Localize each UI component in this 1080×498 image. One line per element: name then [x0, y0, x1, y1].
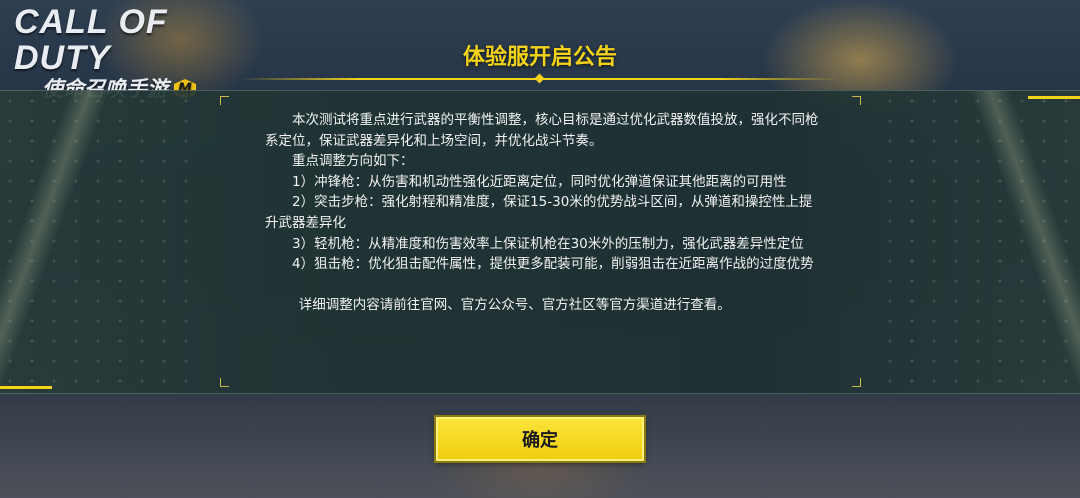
- footer-note: 详细调整内容请前往官网、官方公众号、官方社区等官方渠道进行查看。: [298, 297, 731, 314]
- adjustment-heading: 重点调整方向如下：: [292, 153, 414, 170]
- game-logo: CALL OF DUTY 使命召唤手游 M: [14, 4, 224, 102]
- intro-paragraph: 本次测试将重点进行武器的平衡性调整，核心目标是通过优化武器数值投放，强化不同枪系…: [265, 112, 819, 149]
- list-item-lmg: 3）轻机枪：从精准度和伤害效率上保证机枪在30米外的压制力，强化武器差异性定位: [292, 235, 804, 252]
- corner-bracket-top-right: [852, 96, 861, 105]
- confirm-button[interactable]: 确定: [436, 417, 644, 461]
- list-item-smg: 1）冲锋枪：从伤害和机动性强化近距离定位，同时优化弹道保证其他距离的可用性: [292, 173, 787, 190]
- logo-title: CALL OF DUTY: [14, 3, 168, 77]
- list-item-sniper: 4）狙击枪：优化狙击配件属性，提供更多配装可能，削弱狙击在近距离作战的过度优势: [292, 256, 814, 273]
- corner-bracket-bottom-left: [220, 378, 229, 387]
- list-item-assault-rifle: 2）突击步枪：强化射程和精准度，保证15-30米的优势战斗区间，从弹道和操控性上…: [265, 194, 813, 231]
- panel-accent-right: [1028, 96, 1080, 99]
- corner-bracket-bottom-right: [852, 378, 861, 387]
- announcement-body: 本次测试将重点进行武器的平衡性调整，核心目标是通过优化武器数值投放，强化不同枪系…: [265, 110, 825, 316]
- corner-bracket-top-left: [220, 96, 229, 105]
- dialog-title-bar: 体验服开启公告: [240, 30, 840, 80]
- dialog-title: 体验服开启公告: [462, 45, 617, 70]
- panel-accent-left: [0, 386, 52, 389]
